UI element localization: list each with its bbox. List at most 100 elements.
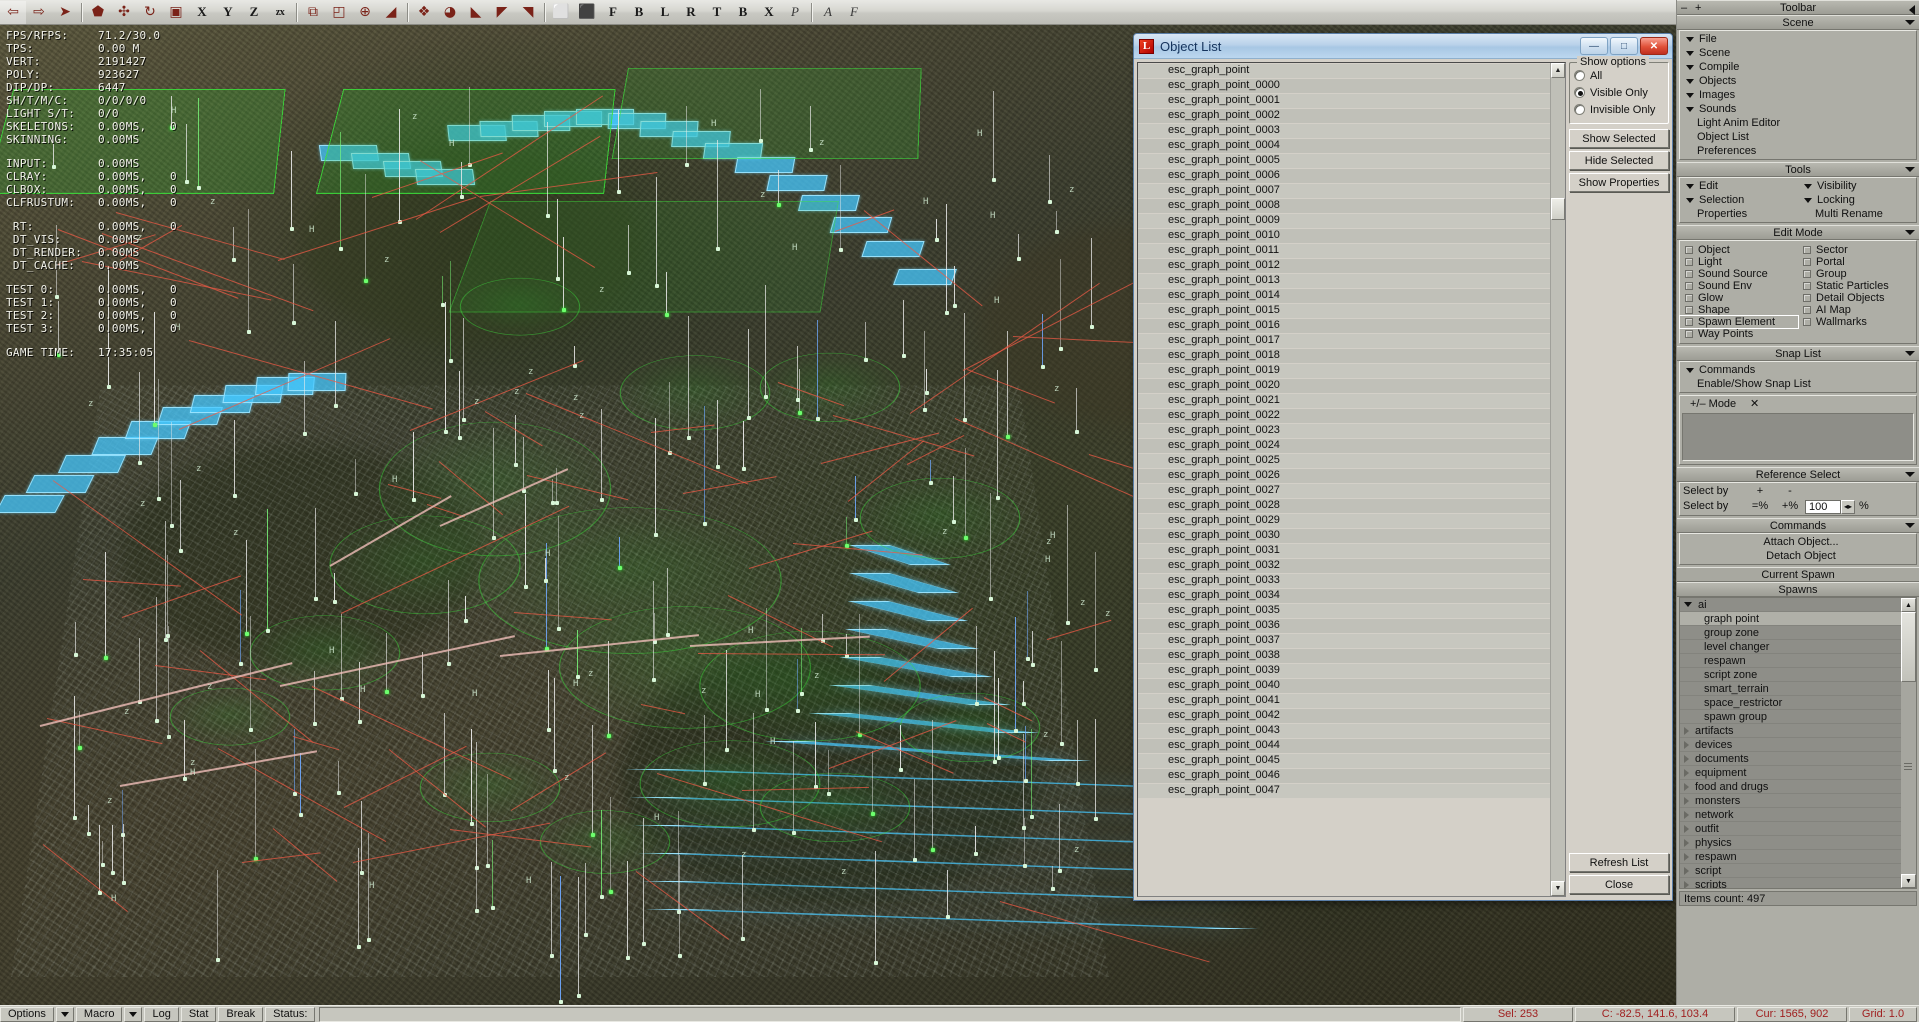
triangle-right-icon[interactable] bbox=[1684, 852, 1689, 861]
spawn-item-level-changer[interactable]: level changer bbox=[1680, 640, 1901, 654]
edit-mode-sound-env[interactable]: Sound Env bbox=[1680, 280, 1798, 292]
restore-button[interactable]: □ bbox=[1610, 37, 1638, 55]
select-cursor-icon[interactable]: ➤ bbox=[52, 1, 78, 24]
tools-item-edit[interactable]: Edit bbox=[1680, 179, 1798, 193]
object-list-item[interactable]: esc_graph_point_0044 bbox=[1138, 739, 1550, 753]
perspective-p-button[interactable]: P bbox=[782, 1, 808, 24]
spawn-item-respawn[interactable]: respawn bbox=[1680, 850, 1901, 864]
log-button[interactable]: Log bbox=[144, 1006, 179, 1022]
anim-a-button[interactable]: A bbox=[815, 1, 841, 24]
triangle-down-icon[interactable] bbox=[1686, 197, 1694, 203]
object-list-item[interactable]: esc_graph_point_0025 bbox=[1138, 454, 1550, 468]
object-list-item[interactable]: esc_graph_point_0014 bbox=[1138, 289, 1550, 303]
triangle-down-icon[interactable] bbox=[1684, 602, 1692, 607]
spinner-icon[interactable]: ◂▸ bbox=[1841, 499, 1855, 514]
collapse-left-icon[interactable] bbox=[1909, 5, 1915, 15]
spawn-item-devices[interactable]: devices bbox=[1680, 738, 1901, 752]
object-list-item[interactable]: esc_graph_point_0017 bbox=[1138, 334, 1550, 348]
macro-button[interactable]: Macro bbox=[75, 1006, 123, 1022]
scroll-up-icon[interactable]: ▲ bbox=[1551, 63, 1565, 78]
box-tool-icon[interactable]: ▣ bbox=[163, 1, 189, 24]
spawn-item-outfit[interactable]: outfit bbox=[1680, 822, 1901, 836]
chevron-down-icon[interactable] bbox=[1905, 523, 1915, 528]
spawn-item-scripts[interactable]: scripts bbox=[1680, 878, 1901, 888]
object-list-item[interactable]: esc_graph_point_0005 bbox=[1138, 154, 1550, 168]
triangle-down-icon[interactable] bbox=[1686, 64, 1694, 70]
spawn-item-spawn-group[interactable]: spawn group bbox=[1680, 710, 1901, 724]
edit-mode-way-points[interactable]: Way Points bbox=[1680, 328, 1798, 340]
commands-panel-header[interactable]: Commands bbox=[1677, 518, 1919, 533]
spawn-item-documents[interactable]: documents bbox=[1680, 752, 1901, 766]
enable-show-snap-list-item[interactable]: Enable/Show Snap List bbox=[1680, 377, 1916, 391]
tools-left-column[interactable]: Edit Selection Properties bbox=[1680, 179, 1798, 221]
commands-items[interactable]: Attach Object... Detach Object bbox=[1680, 535, 1916, 563]
tools-item-properties[interactable]: Properties bbox=[1680, 207, 1798, 221]
frame-f-button[interactable]: F bbox=[841, 1, 867, 24]
reference-select-op1[interactable]: + bbox=[1745, 485, 1775, 498]
triangle-down-icon[interactable] bbox=[1686, 36, 1694, 42]
object-list-item[interactable]: esc_graph_point_0011 bbox=[1138, 244, 1550, 258]
object-list-item[interactable]: esc_graph_point_0024 bbox=[1138, 439, 1550, 453]
reference-select-rows[interactable]: Select by + - Select by =% +% 100 ◂▸% bbox=[1680, 484, 1916, 514]
object-list-item[interactable]: esc_graph_point_0043 bbox=[1138, 724, 1550, 738]
edit-mode-left-column[interactable]: Object Light Sound Source Sound Env Glow Shap… bbox=[1679, 244, 1799, 340]
spawn-item-food-and-drugs[interactable]: food and drugs bbox=[1680, 780, 1901, 794]
filter-x-button[interactable]: X bbox=[756, 1, 782, 24]
toolbar-minus-button[interactable]: – bbox=[1681, 1, 1687, 16]
pivot-icon[interactable]: ⊕ bbox=[352, 1, 378, 24]
object-list-item[interactable]: esc_graph_point_0006 bbox=[1138, 169, 1550, 183]
filter-l-button[interactable]: L bbox=[652, 1, 678, 24]
scroll-track[interactable] bbox=[1551, 78, 1565, 881]
edit-mode-spawn-element[interactable]: Spawn Element bbox=[1679, 315, 1799, 329]
command-attach-object-[interactable]: Attach Object... bbox=[1680, 535, 1916, 549]
checkbox-icon[interactable] bbox=[1685, 318, 1693, 326]
reference-select-panel-header[interactable]: Reference Select bbox=[1677, 467, 1919, 482]
minimize-button[interactable]: — bbox=[1580, 37, 1608, 55]
object-list-listbox[interactable]: esc_graph_point esc_graph_point_0000 esc_g… bbox=[1137, 62, 1566, 897]
object-list-item[interactable]: esc_graph_point_0018 bbox=[1138, 349, 1550, 363]
brush-icon[interactable]: ◣ bbox=[463, 1, 489, 24]
snap-commands-row[interactable]: Commands bbox=[1680, 363, 1916, 377]
break-button[interactable]: Break bbox=[218, 1006, 264, 1022]
chevron-down-icon[interactable] bbox=[1905, 351, 1915, 356]
brush2-icon[interactable]: ◥ bbox=[515, 1, 541, 24]
scroll-thumb[interactable] bbox=[1551, 198, 1565, 220]
triangle-right-icon[interactable] bbox=[1684, 838, 1689, 847]
spawn-item-graph-point[interactable]: graph point bbox=[1680, 612, 1901, 626]
toolbar-panel-header[interactable]: – + Toolbar bbox=[1677, 0, 1919, 15]
object-list-item[interactable]: esc_graph_point_0009 bbox=[1138, 214, 1550, 228]
paint-icon[interactable]: ◢ bbox=[378, 1, 404, 24]
filter-r-button[interactable]: R bbox=[678, 1, 704, 24]
scene-items[interactable]: File Scene Compile Objects Images Sounds Light… bbox=[1680, 32, 1916, 158]
object-list-item[interactable]: esc_graph_point_0032 bbox=[1138, 559, 1550, 573]
close-button-bottom[interactable]: Close bbox=[1569, 875, 1669, 894]
axis-zx-button[interactable]: zx bbox=[267, 1, 293, 24]
toolbar-plus-button[interactable]: + bbox=[1695, 1, 1701, 16]
stat-button[interactable]: Stat bbox=[180, 1006, 217, 1022]
close-button[interactable]: ✕ bbox=[1640, 37, 1668, 55]
checkbox-icon[interactable] bbox=[1803, 246, 1811, 254]
snap-list-box[interactable] bbox=[1682, 413, 1914, 461]
edit-mode-right-column[interactable]: Sector Portal Group Static Particles Detail … bbox=[1798, 244, 1916, 340]
object-list-item[interactable]: esc_graph_point_0028 bbox=[1138, 499, 1550, 513]
filter-b2-button[interactable]: B bbox=[730, 1, 756, 24]
tools-item-visibility[interactable]: Visibility bbox=[1798, 179, 1916, 193]
object-list-item[interactable]: esc_graph_point_0027 bbox=[1138, 484, 1550, 498]
edit-mode-sector[interactable]: Sector bbox=[1798, 244, 1916, 256]
object-list-item[interactable]: esc_graph_point_0003 bbox=[1138, 124, 1550, 138]
move-tool-icon[interactable]: ⬟ bbox=[85, 1, 111, 24]
object-list-item[interactable]: esc_graph_point_0021 bbox=[1138, 394, 1550, 408]
edit-mode-light[interactable]: Light bbox=[1680, 256, 1798, 268]
filter-t-button[interactable]: T bbox=[704, 1, 730, 24]
command-detach-object[interactable]: Detach Object bbox=[1680, 549, 1916, 563]
show-properties-button[interactable]: Show Properties bbox=[1569, 173, 1669, 192]
radio-icon[interactable] bbox=[1574, 70, 1585, 81]
object-list-item[interactable]: esc_graph_point_0004 bbox=[1138, 139, 1550, 153]
triangle-down-icon[interactable] bbox=[1804, 197, 1812, 203]
edit-mode-sound-source[interactable]: Sound Source bbox=[1680, 268, 1798, 280]
scene-item-compile[interactable]: Compile bbox=[1680, 60, 1916, 74]
axis-x-button[interactable]: X bbox=[189, 1, 215, 24]
filter-f-button[interactable]: F bbox=[600, 1, 626, 24]
reference-percent-input[interactable]: 100 bbox=[1805, 499, 1841, 514]
checkbox-icon[interactable] bbox=[1685, 258, 1693, 266]
